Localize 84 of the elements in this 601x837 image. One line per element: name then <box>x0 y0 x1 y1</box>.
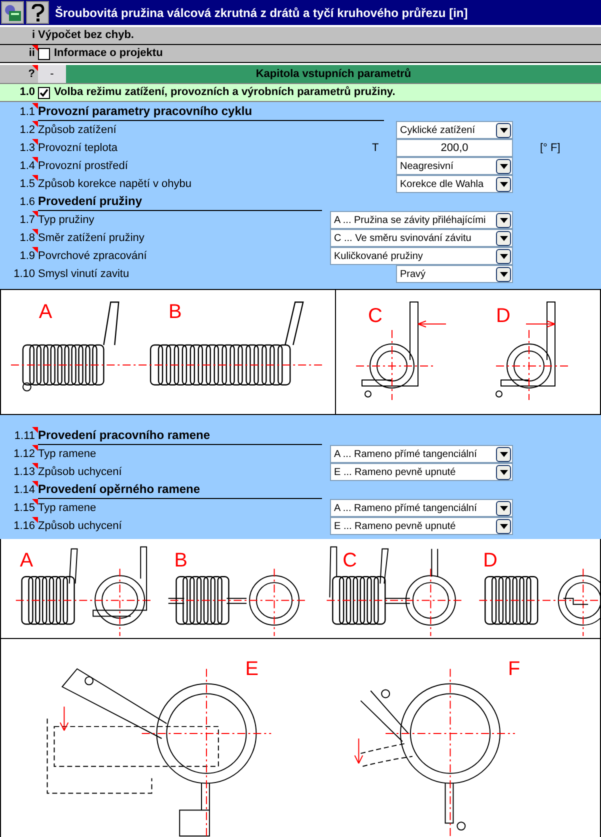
figure-label: D <box>496 305 510 327</box>
parameter-label: Provozní prostředí <box>38 158 129 174</box>
dropdown[interactable]: Kuličkované pružiny <box>330 247 513 265</box>
parameter-label: Smysl vinutí zavitu <box>38 266 130 282</box>
figure-label: F <box>508 658 520 680</box>
section-title: Volba režimu zatížení, provozních a výrobních parametrů pružiny. <box>54 85 396 100</box>
row-number: 1.4 <box>20 158 35 174</box>
row-number: 1.10 <box>14 266 35 282</box>
chapter-header: Kapitola vstupních parametrů <box>66 65 601 83</box>
status-text: Výpočet bez chyb. <box>38 28 134 44</box>
row-number: 1.8 <box>20 230 35 246</box>
comment-marker <box>32 517 38 523</box>
row-number: 1.15 <box>14 500 35 516</box>
unit-label: [° F] <box>540 140 560 156</box>
parameter-label: Způsob uchycení <box>38 518 123 534</box>
dropdown[interactable]: A ... Rameno přímé tangenciální <box>330 445 513 463</box>
parameter-label: Způsob zatížení <box>38 122 118 138</box>
dropdown[interactable]: E ... Rameno pevně upnuté <box>330 517 513 535</box>
project-label: Informace o projektu <box>54 46 163 62</box>
section-heading: Provozní parametry pracovního cyklu <box>38 104 252 118</box>
comment-marker <box>32 229 38 235</box>
dropdown[interactable]: A ... Rameno přímé tangenciální <box>330 499 513 517</box>
figure-label: D <box>483 550 498 572</box>
row-number: 1.11 <box>14 428 35 444</box>
row-number: 1.13 <box>14 464 35 480</box>
row-number: 1.6 <box>20 194 35 210</box>
figure-label: C <box>368 305 382 327</box>
dropdown[interactable]: Neagresivní <box>396 157 513 175</box>
row-number: 1.12 <box>14 446 35 462</box>
collapse-button[interactable]: - <box>38 65 66 83</box>
dropdown[interactable]: E ... Rameno pevně upnuté <box>330 463 513 481</box>
figure-label: A <box>20 550 34 572</box>
comment-marker <box>32 139 38 145</box>
row-number: 1.14 <box>14 482 35 498</box>
row-number: 1.16 <box>14 518 35 534</box>
parameter-label: Způsob korekce napětí v ohybu <box>38 176 192 192</box>
comment-marker <box>32 247 38 253</box>
comment-marker <box>32 211 38 217</box>
row-number: 1.1 <box>20 104 35 120</box>
comment-marker <box>32 481 38 487</box>
parameter-label: Povrchové zpracování <box>38 248 148 264</box>
row-number: 1.3 <box>20 140 35 156</box>
comment-marker <box>32 499 38 505</box>
figure-label: E <box>245 658 259 680</box>
comment-marker <box>32 157 38 163</box>
section-heading: Provedení pracovního ramene <box>38 428 210 442</box>
figure-label: B <box>168 301 182 324</box>
row-number: 1.0 <box>20 85 35 100</box>
calculator-icon[interactable] <box>1 1 24 24</box>
figure-label: C <box>342 550 357 572</box>
parameter-label: Typ ramene <box>38 446 98 462</box>
comment-marker <box>32 427 38 433</box>
row-number: 1.5 <box>20 176 35 192</box>
parameter-label: Směr zatížení pružiny <box>38 230 146 246</box>
comment-marker <box>32 175 38 181</box>
parameter-label: Typ pružiny <box>38 212 96 228</box>
comment-marker <box>32 445 38 451</box>
figure-label: B <box>174 550 188 572</box>
parameter-label: Provozní teplota <box>38 140 118 156</box>
row-number: 1.9 <box>20 248 35 264</box>
comment-marker <box>32 463 38 469</box>
symbol-label: T <box>372 140 379 156</box>
window-title: Šroubovitá pružina válcová zkrutná z drátů a tyčí kruhového průřezu [in] <box>55 4 468 22</box>
row-number: 1.2 <box>20 122 35 138</box>
row-number: 1.7 <box>20 212 35 228</box>
comment-marker <box>32 121 38 127</box>
row-number: ii <box>28 46 35 62</box>
figure-label: A <box>38 301 52 324</box>
row-number: i <box>32 28 35 44</box>
dropdown[interactable]: Cyklické zatížení <box>396 121 513 139</box>
dropdown[interactable]: Korekce dle Wahla <box>396 175 513 193</box>
checkbox[interactable] <box>38 48 50 60</box>
checkbox[interactable] <box>38 86 50 98</box>
row-number: ? <box>28 66 35 82</box>
help-icon[interactable] <box>26 1 49 24</box>
dropdown[interactable]: A ... Pružina se závity přiléhajícími <box>330 211 513 229</box>
section-heading: Provedení pružiny <box>38 194 142 208</box>
dropdown[interactable]: Pravý <box>396 265 513 283</box>
section-heading: Provedení opěrného ramene <box>38 482 200 496</box>
parameter-label: Typ ramene <box>38 500 98 516</box>
comment-marker <box>32 103 38 109</box>
dropdown[interactable]: C ... Ve směru svinování závitu <box>330 229 513 247</box>
value-field[interactable]: 200,0 <box>396 139 513 157</box>
parameter-label: Způsob uchycení <box>38 464 123 480</box>
